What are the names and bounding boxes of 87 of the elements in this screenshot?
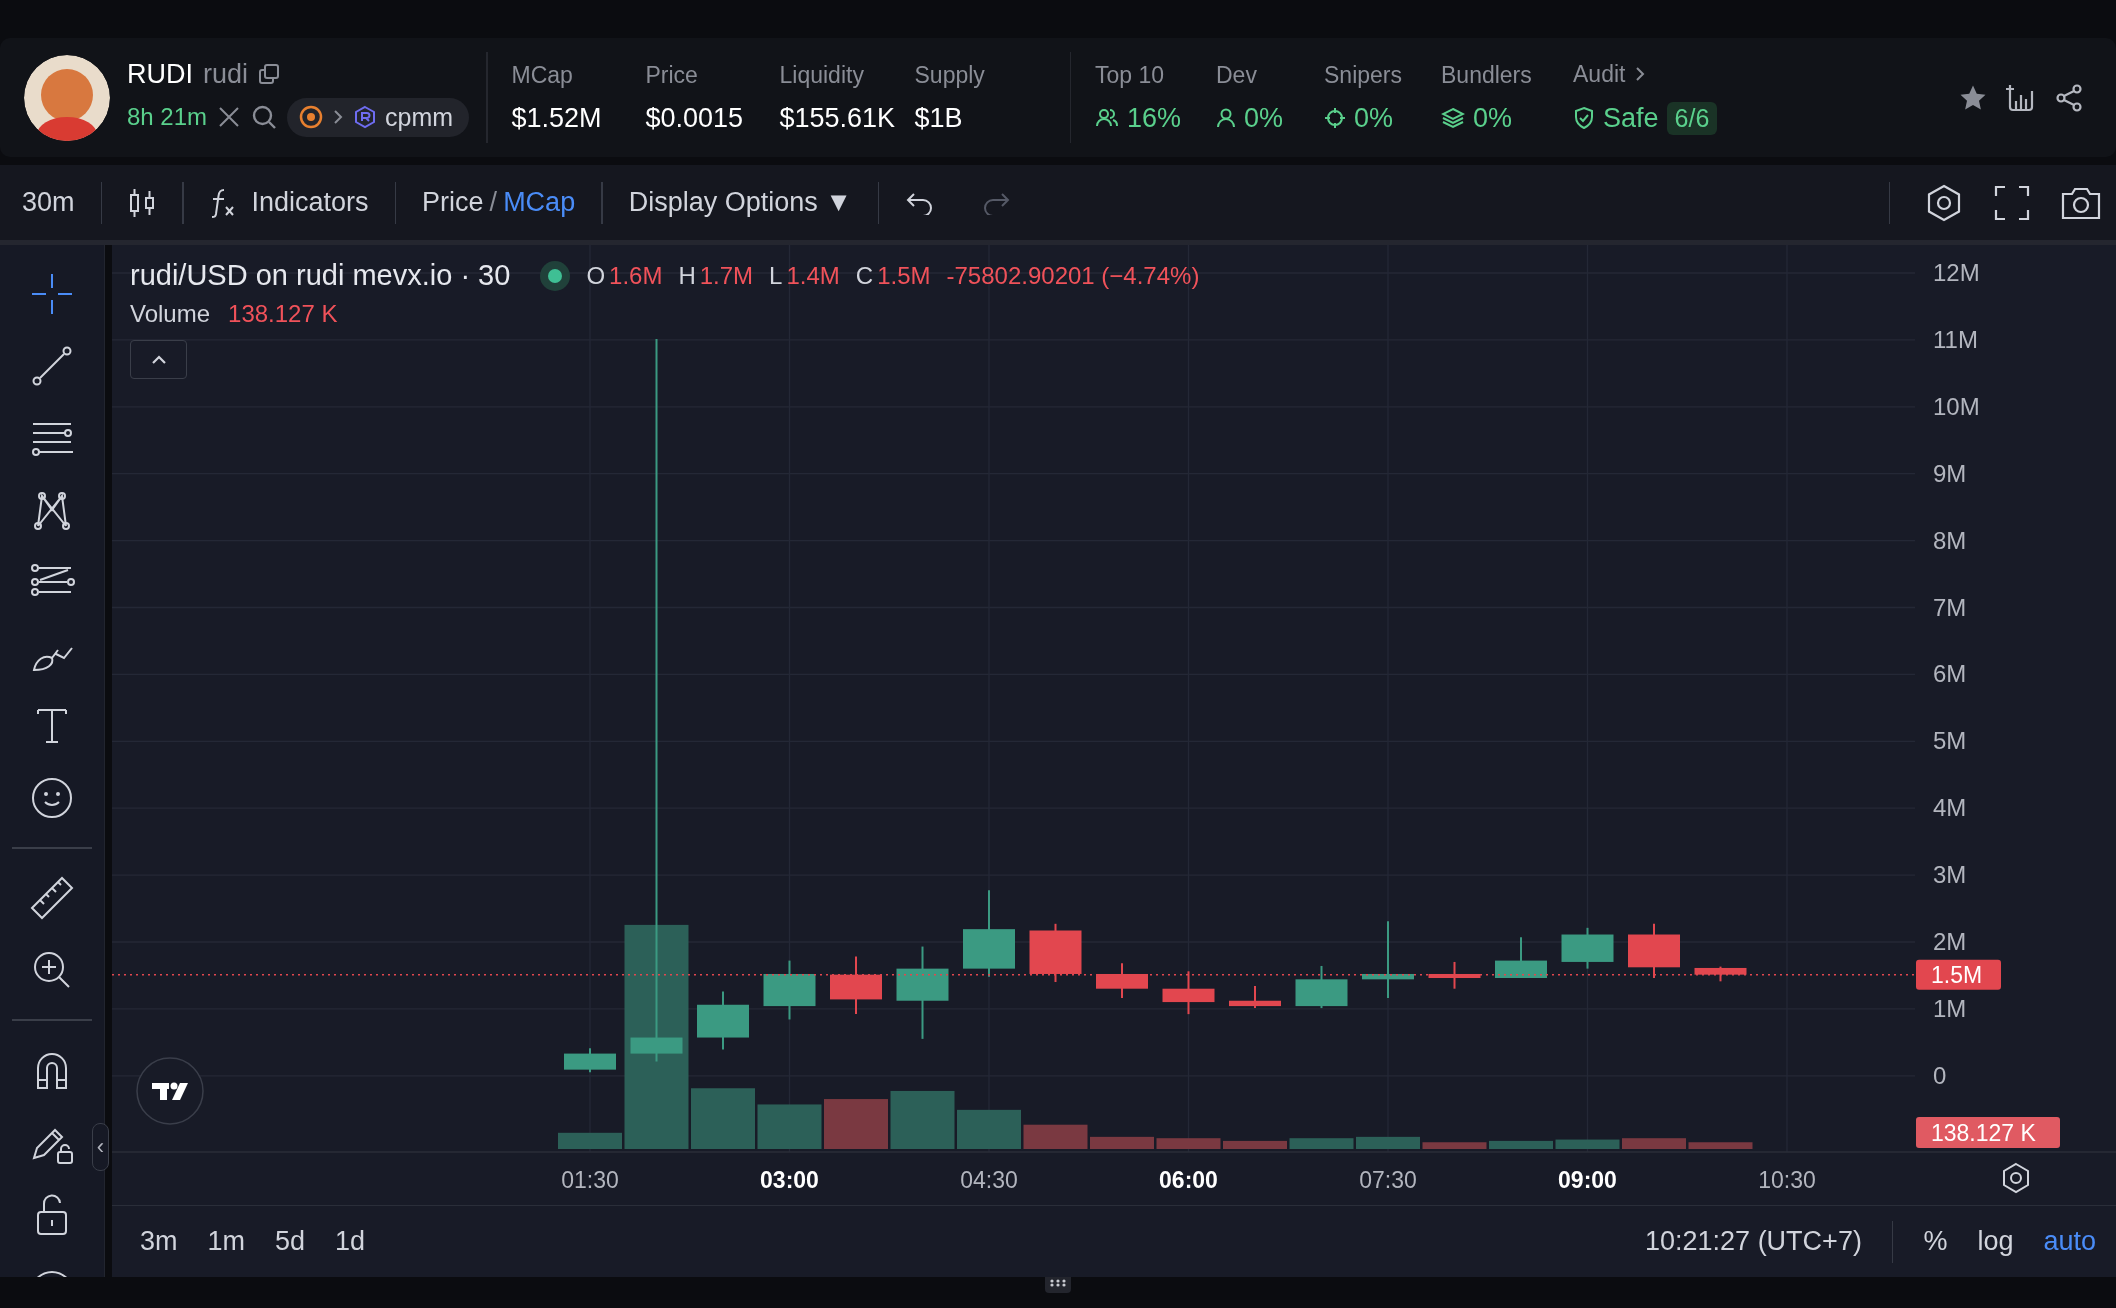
stat-label: MCap <box>511 61 574 89</box>
price-axis-label: 10M <box>1933 392 1980 420</box>
time-axis-label: 10:30 <box>1758 1167 1816 1193</box>
time-axis-label: 07:30 <box>1359 1167 1417 1193</box>
stat-label: Top 10 <box>1095 61 1166 89</box>
stat-label: Price <box>645 61 699 89</box>
token-age: 8h 21m <box>127 103 208 131</box>
stat-label: Liquidity <box>779 61 865 89</box>
shield-icon <box>1573 106 1595 130</box>
ruler-icon[interactable] <box>28 874 76 922</box>
price-label: 1.5M <box>1916 959 2001 990</box>
pool-name: cpmm <box>385 102 454 132</box>
time-axis-label: 03:00 <box>760 1167 819 1193</box>
time-axis-label: 01:30 <box>561 1167 619 1193</box>
interval-button[interactable]: 30m <box>22 187 75 218</box>
display-options-dropdown[interactable]: Display Options ▼ <box>628 187 852 218</box>
range-button[interactable]: 1m <box>207 1226 246 1257</box>
settings-icon[interactable] <box>2003 1162 2029 1194</box>
fullscreen-icon[interactable] <box>1994 184 2030 221</box>
price-mode-toggle[interactable]: MCap <box>503 187 576 218</box>
ohlc-value: C 1.5M <box>855 261 931 290</box>
stat-value: $1B <box>914 102 964 134</box>
share-icon[interactable] <box>2054 82 2084 113</box>
price-axis-label: 0 <box>1933 1061 1947 1089</box>
stat-label: Supply <box>914 61 986 89</box>
token-name: rudi <box>203 58 249 90</box>
price-axis-label: 2M <box>1933 928 1967 955</box>
stat-label: Audit <box>1573 60 1626 88</box>
chart-title: rudi/USD on rudi mevx.io · 30 <box>130 259 511 292</box>
pool-tag[interactable]: cpmm <box>287 97 470 137</box>
time-axis-label: 06:00 <box>1159 1167 1218 1193</box>
ohlc-value: O 1.6M <box>586 261 663 290</box>
volume-label: 138.127 K <box>1916 1117 2060 1148</box>
price-axis-label: 5M <box>1933 727 1967 755</box>
price-axis-label: 6M <box>1933 660 1967 688</box>
price-change: -75802.90201 (−4.74%) <box>946 261 1200 290</box>
logo-icon[interactable] <box>136 1057 204 1125</box>
clock: 10:21:27 (UTC+7) <box>1645 1226 1862 1257</box>
stat-value: 0% <box>1244 102 1284 134</box>
users-icon <box>1095 107 1119 129</box>
ohlc-value: H 1.7M <box>678 261 754 290</box>
scale-toggle[interactable]: log <box>1977 1226 2014 1257</box>
indicators-button[interactable]: Indicators <box>209 186 369 219</box>
user-icon <box>1216 107 1236 129</box>
price-axis-label: 7M <box>1933 593 1967 621</box>
stat-label: Dev <box>1216 61 1258 89</box>
volume-title: Volume <box>130 300 211 328</box>
candles-icon[interactable] <box>128 186 157 219</box>
stat-label: Bundlers <box>1441 61 1533 89</box>
price-axis-label: 12M <box>1933 259 1980 286</box>
stat-value: $0.0015 <box>645 102 745 134</box>
collapse-handle[interactable]: ‹ <box>92 1123 109 1171</box>
scale-toggle[interactable]: auto <box>2043 1226 2096 1257</box>
audit-score: 6/6 <box>1666 101 1718 135</box>
function-icon <box>209 186 236 219</box>
stat-value: $1.52M <box>511 102 603 134</box>
x-icon[interactable] <box>217 105 242 129</box>
volume-value: 138.127 K <box>228 300 338 328</box>
crosshair-icon <box>1324 107 1346 129</box>
time-axis-label: 04:30 <box>960 1167 1018 1193</box>
search-icon[interactable] <box>251 104 278 130</box>
price-axis-label: 3M <box>1933 861 1967 889</box>
price-axis-label: 8M <box>1933 526 1967 554</box>
layers-icon <box>1441 107 1465 129</box>
token-symbol: RUDI <box>127 58 193 90</box>
ohlc-value: L 1.4M <box>769 261 840 290</box>
add-chart-icon[interactable] <box>2006 82 2036 113</box>
stat-label: Snipers <box>1324 61 1403 89</box>
separator-text: / <box>489 187 498 218</box>
token-icon <box>299 105 324 129</box>
price-mode-toggle[interactable]: Price <box>422 187 484 218</box>
scale-toggle[interactable]: % <box>1923 1226 1948 1257</box>
range-button[interactable]: 3m <box>140 1226 178 1257</box>
range-button[interactable]: 5d <box>275 1226 306 1257</box>
stat-value: 0% <box>1473 102 1513 134</box>
price-axis-label: 9M <box>1933 459 1967 487</box>
stat-value: 0% <box>1354 102 1394 134</box>
audit-status: Safe <box>1603 102 1659 134</box>
stat-value: $155.61K <box>779 102 897 134</box>
range-button[interactable]: 1d <box>335 1226 366 1257</box>
pool-icon <box>353 105 378 129</box>
time-axis-label: 09:00 <box>1558 1167 1617 1193</box>
price-axis-label: 4M <box>1933 794 1967 822</box>
copy-icon[interactable] <box>258 63 281 85</box>
price-axis-label: 11M <box>1933 325 1978 353</box>
price-axis-label: 1M <box>1933 994 1967 1022</box>
stat-value: 16% <box>1127 102 1182 134</box>
